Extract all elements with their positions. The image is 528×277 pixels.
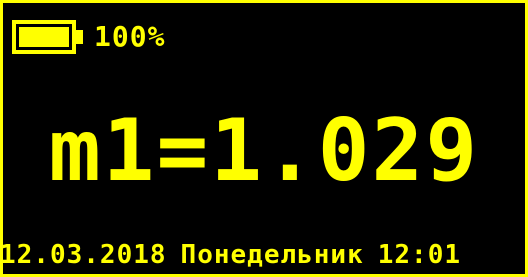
battery-icon [12,20,84,54]
status-bar: 100% [12,20,165,54]
battery-body [12,20,76,54]
device-screen: 100% m1=1.029 12.03.2018 Понедельник 12:01 [0,0,528,277]
battery-tip [76,30,83,44]
time-label: 12:01 [377,240,462,270]
measurement-readout: m1=1.029 [48,101,480,201]
footer-status: 12.03.2018 Понедельник 12:01 [0,233,528,277]
date-label: 12.03.2018 [0,240,167,270]
battery-fill [19,27,69,47]
weekday-label: Понедельник [180,240,364,270]
battery-percentage: 100% [94,20,166,53]
